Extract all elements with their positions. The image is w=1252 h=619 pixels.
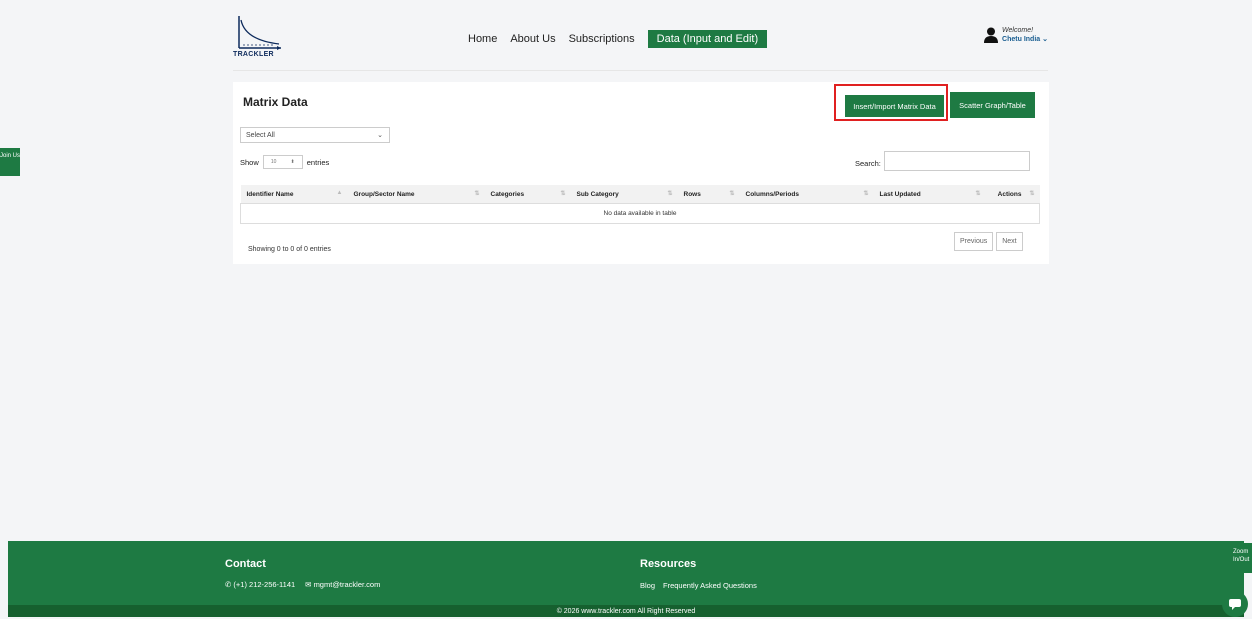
- zoom-in-out-tab[interactable]: Zoom In/Out: [1229, 543, 1252, 573]
- chat-widget-button[interactable]: [1222, 591, 1248, 617]
- envelope-icon: ✉: [305, 580, 312, 589]
- sort-icon: ⇅: [667, 191, 673, 197]
- entries-length-value: 10: [270, 159, 277, 165]
- copyright-bar: © 2026 www.trackler.com All Right Reserv…: [8, 605, 1244, 617]
- col-identifier-name[interactable]: Identifier Name ▲: [240, 185, 348, 204]
- welcome-text: Welcome!: [1002, 27, 1034, 34]
- user-avatar-icon: [984, 27, 999, 43]
- sort-asc-icon: ▲: [336, 190, 343, 196]
- phone-icon: ✆: [225, 580, 232, 589]
- join-us-tab[interactable]: Join Us: [0, 148, 20, 176]
- chat-icon: [1229, 598, 1241, 610]
- footer-links: Blog Frequently Asked Questions: [640, 581, 757, 590]
- footer-contact-title: Contact: [225, 558, 266, 570]
- footer-link-faq[interactable]: Frequently Asked Questions: [663, 581, 757, 590]
- sort-toggle-icon: ⬍: [290, 159, 295, 165]
- footer-link-blog[interactable]: Blog: [640, 581, 655, 590]
- main-nav: Home About Us Subscriptions Data (Input …: [468, 30, 768, 48]
- site-footer: Contact ✆ (+1) 212-256-1141 ✉ mgmt@track…: [8, 541, 1244, 617]
- col-columns-periods[interactable]: Columns/Periods ⇅: [739, 185, 874, 204]
- show-label: Show: [240, 157, 259, 167]
- sort-icon: ⇅: [863, 191, 869, 197]
- empty-table-message: No data available in table: [240, 203, 1040, 224]
- scatter-graph-button[interactable]: Scatter Graph/Table: [950, 92, 1035, 118]
- col-group-sector-name[interactable]: Group/Sector Name ⇅: [347, 185, 485, 204]
- category-select[interactable]: Select All ⌄: [240, 127, 390, 143]
- col-sub-category[interactable]: Sub Category ⇅: [570, 185, 678, 204]
- nav-data-input-edit[interactable]: Data (Input and Edit): [647, 30, 768, 48]
- page-title: Matrix Data: [243, 95, 308, 109]
- footer-contact-info: ✆ (+1) 212-256-1141 ✉ mgmt@trackler.com: [225, 580, 380, 589]
- entries-label: entries: [306, 157, 330, 167]
- sort-icon: ⇅: [975, 191, 981, 197]
- sort-icon: ⇅: [1029, 191, 1035, 197]
- matrix-data-card: Matrix Data Insert/Import Matrix Data Sc…: [233, 82, 1049, 264]
- pagination: Previous Next: [954, 232, 1023, 251]
- entries-length-control: Show 10 ⬍ entries: [240, 155, 329, 169]
- user-text: Welcome! Chetu India ⌄: [1002, 26, 1048, 44]
- user-menu[interactable]: Welcome! Chetu India ⌄: [984, 26, 1048, 44]
- user-name: Chetu India ⌄: [1002, 36, 1048, 43]
- sort-icon: ⇅: [560, 191, 566, 197]
- col-last-updated[interactable]: Last Updated ⇅: [873, 185, 986, 204]
- table-row: No data available in table: [240, 203, 1040, 224]
- nav-subscriptions[interactable]: Subscriptions: [569, 33, 635, 45]
- chevron-down-icon: ⌄: [377, 132, 383, 139]
- table-header-row: Identifier Name ▲ Group/Sector Name ⇅ Cate…: [240, 185, 1040, 204]
- site-header: TRACKLER Home About Us Subscriptions Dat…: [233, 6, 1048, 71]
- footer-resources-title: Resources: [640, 558, 697, 570]
- chevron-down-icon: ⌄: [1042, 36, 1048, 43]
- previous-page-button[interactable]: Previous: [954, 232, 994, 251]
- search-input[interactable]: [883, 151, 1030, 171]
- insert-import-button[interactable]: Insert/Import Matrix Data: [845, 95, 944, 117]
- sort-icon: ⇅: [474, 191, 480, 197]
- category-select-value: Select All: [246, 131, 275, 139]
- nav-about-us[interactable]: About Us: [510, 33, 555, 45]
- col-categories[interactable]: Categories ⇅: [484, 185, 571, 204]
- page: TRACKLER Home About Us Subscriptions Dat…: [8, 0, 1244, 617]
- col-actions[interactable]: Actions ⇅: [985, 185, 1040, 204]
- entries-length-select[interactable]: 10 ⬍: [262, 155, 303, 169]
- table-info: Showing 0 to 0 of 0 entries: [248, 246, 331, 253]
- trackler-logo[interactable]: TRACKLER: [233, 14, 295, 64]
- col-rows[interactable]: Rows ⇅: [677, 185, 740, 204]
- footer-phone[interactable]: ✆ (+1) 212-256-1141: [225, 580, 295, 589]
- next-page-button[interactable]: Next: [996, 232, 1023, 251]
- table-search: Search:: [855, 151, 1030, 171]
- sort-icon: ⇅: [729, 191, 735, 197]
- search-label: Search:: [855, 159, 881, 168]
- nav-home[interactable]: Home: [468, 33, 497, 45]
- matrix-data-table: Identifier Name ▲ Group/Sector Name ⇅ Cate…: [240, 185, 1040, 224]
- logo-text: TRACKLER: [233, 51, 274, 58]
- footer-email[interactable]: ✉ mgmt@trackler.com: [305, 580, 380, 589]
